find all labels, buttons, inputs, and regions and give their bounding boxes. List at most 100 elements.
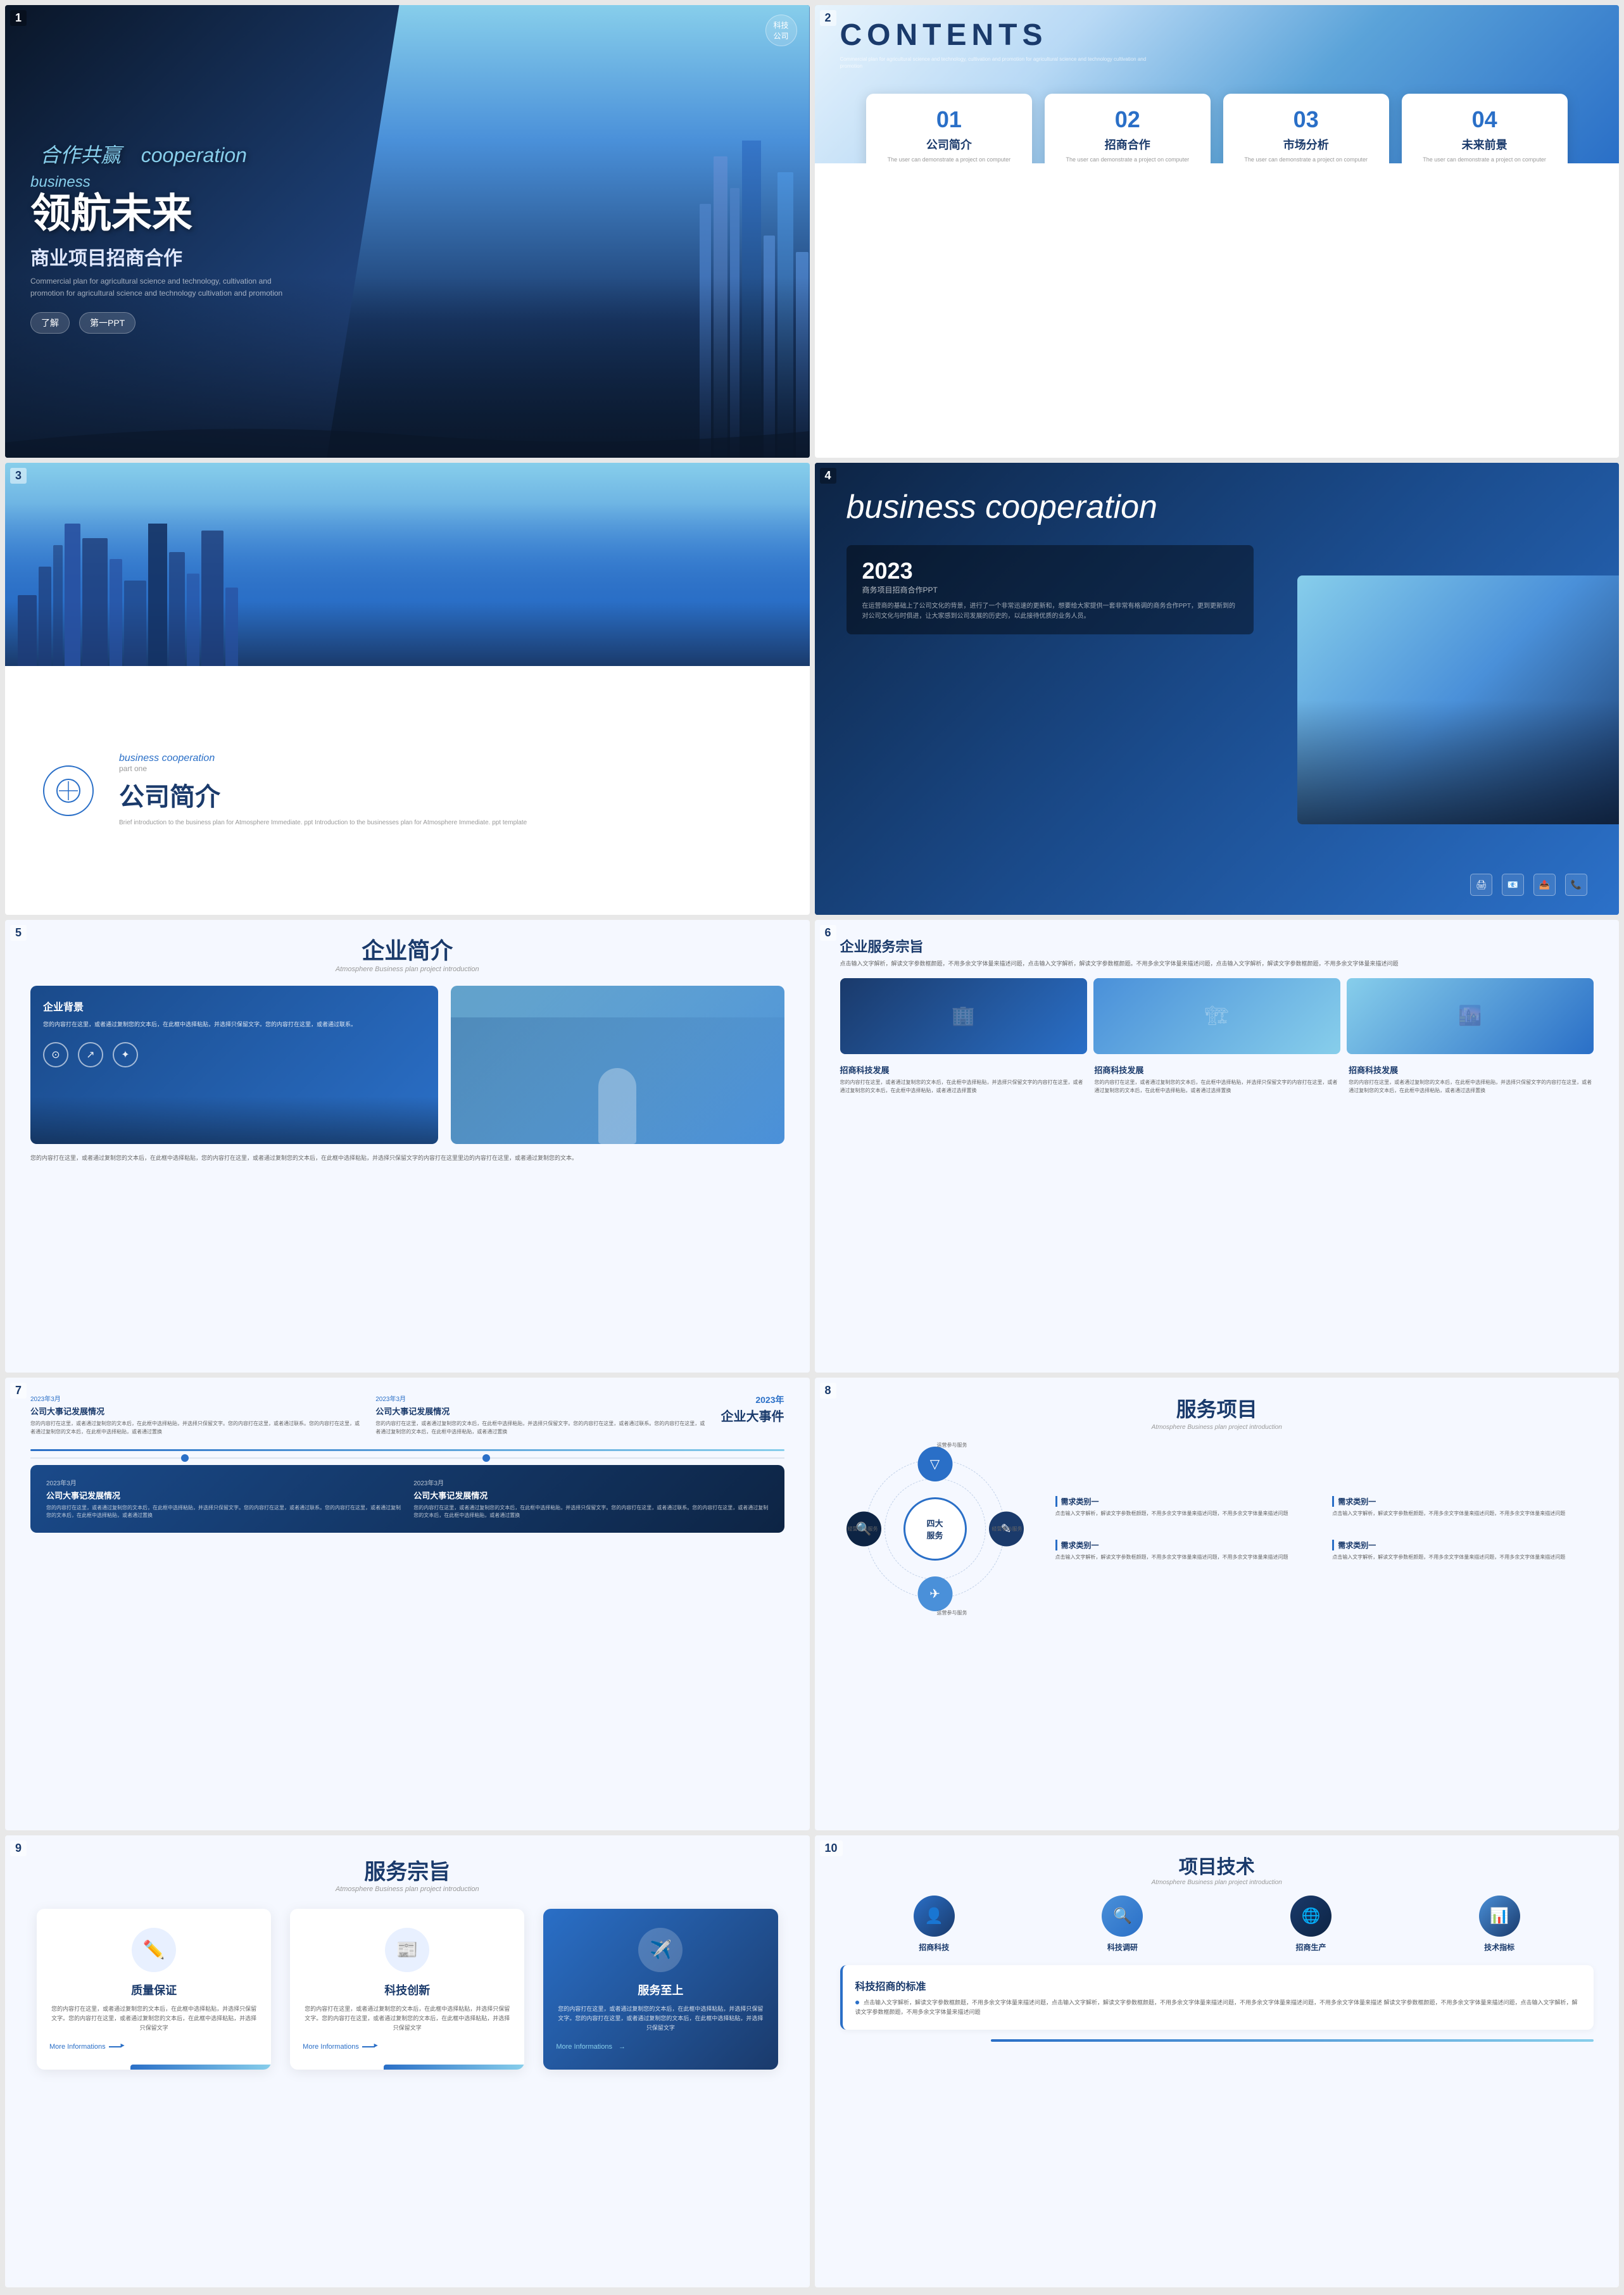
slide6-desc: 点击输入文字解析，解读文字参数框颜题，不用多余文字体量来描述问题，点击输入文字解… [840,959,1594,968]
slide-4: 4 business cooperation 2023 商务项目招商合作PPT … [815,463,1620,915]
slide10-title: 项目技术 [840,1851,1594,1879]
slide-number-8: 8 [820,1383,836,1399]
slide2-card1-num: 01 [876,106,1023,133]
slide2-card-4: 04 未来前景 The user can demonstrate a proje… [1402,94,1568,164]
slide9-card-3: ✈️ 服务至上 您的内容打在这里，或者通过复制您的文本后，在此框中选择粘贴，并选… [543,1909,777,2070]
slide2-title: CONTENTS [840,18,1594,53]
slide4-right-image [1297,575,1619,824]
slide7-item2-header: 2023年3月 [375,1393,708,1403]
slide8-req1-desc: 点击输入文字解析，解读文字参数框颜题，不用多余文字体量来描述问题，不用多余文字体… [1055,1510,1311,1518]
slide6-card3-title: 招商科技发展 [1349,1064,1594,1076]
slide6-card1-desc: 您的内容打在这里，或者通过复制您的文本后，在此框中选择粘贴，并选择只保留文字的内… [840,1079,1085,1095]
slide2-card3-title: 市场分析 [1233,136,1380,153]
slide8-en: Atmosphere Business plan project introdu… [840,1424,1594,1431]
slide7-divider [30,1449,784,1451]
slide9-bar-2 [384,2065,524,2070]
slide-number-4: 4 [820,468,836,484]
slide5-icon-3[interactable]: ✦ [113,1042,138,1067]
slide9-en: Atmosphere Business plan project introdu… [37,1885,778,1893]
slide7-bottom-item-2: 2023年3月 公司大事记发展情况 您的内容打在这里，或者通过复制您的文本后，在… [413,1478,768,1521]
slide9-more2-text: More Informations [303,2043,359,2051]
slide5-bg-desc: 您的内容打在这里，或者通过复制您的文本后，在此框中选择粘贴，并选择只保留文字。您… [43,1020,425,1029]
slide2-subtitle: Commercial plan for agricultural science… [840,56,1157,70]
slide9-card2-desc: 您的内容打在这里，或者通过复制您的文本后，在此框中选择粘贴，并选择只保留文字。您… [303,2004,512,2034]
slide9-arrow-3: → [619,2043,626,2051]
slide-2: 2 CONTENTS Commercial plan for agricultu… [815,5,1620,458]
slide9-card3-title: 服务至上 [556,1982,765,1998]
slide2-card-3: 03 市场分析 The user can demonstrate a proje… [1223,94,1389,164]
slide8-title: 服务项目 [840,1393,1594,1423]
slide1-title2: 领航未来 [30,191,422,236]
slide9-card-1: ✏️ 质量保证 您的内容打在这里，或者通过复制您的文本后，在此框中选择粘贴，并选… [37,1909,271,2070]
slide9-more-3[interactable]: More Informations → [556,2043,765,2051]
slide7-year-sub: 企业大事件 [721,1406,784,1424]
slide7-item-2: 2023年3月 公司大事记发展情况 您的内容打在这里，或者通过复制您的文本后，在… [375,1393,708,1437]
slide2-card4-num: 04 [1411,106,1558,133]
slide10-bottom-bar [991,2039,1594,2042]
slide2-card2-title: 招商合作 [1054,136,1201,153]
slide4-icon-email[interactable]: 📧 [1502,874,1524,896]
slide2-card4-desc: The user can demonstrate a project on co… [1411,156,1558,164]
slide9-card3-icon: ✈️ [638,1928,683,1972]
slide4-card-sub: 商务项目招商合作PPT [862,584,1238,595]
slide6-image-3: 🌆 [1347,978,1594,1054]
slide7-item2-desc: 您的内容打在这里，或者通过复制您的文本后，在此框中选择粘贴，并选择只保留文字。您… [375,1420,708,1437]
slide-9: 9 服务宗旨 Atmosphere Business plan project … [5,1835,810,2288]
slide-number-6: 6 [820,925,836,941]
slide-7: 7 2023年3月 公司大事记发展情况 您的内容打在这里，或者通过复制您的文本后… [5,1378,810,1830]
slide6-card2-title: 招商科技发展 [1094,1064,1339,1076]
slide3-icon [43,765,94,816]
slide5-icon-2[interactable]: ↗ [78,1042,103,1067]
slide-8: 8 服务项目 Atmosphere Business plan project … [815,1378,1620,1830]
slide9-more1-text: More Informations [49,2043,106,2051]
slide7-item1-desc: 您的内容打在这里，或者通过复制您的文本后，在此框中选择粘贴，并选择只保留文字。您… [30,1420,363,1437]
slide9-card1-icon: ✏️ [132,1928,176,1972]
slide6-card1-title: 招商科技发展 [840,1064,1085,1076]
slide9-arrow-2 [362,2046,375,2047]
slide6-card-3: 招商科技发展 您的内容打在这里，或者通过复制您的文本后，在此框中选择粘贴，并选择… [1349,1064,1594,1095]
slide-number-1: 1 [10,10,27,26]
slide-number-10: 10 [820,1840,843,1856]
slide8-req2-title: 需求类别一 [1332,1496,1587,1507]
slide7-bottom1-title: 公司大事记发展情况 [46,1489,401,1501]
slide10-standard-title: 科技招商的标准 [855,1978,1582,1993]
slide8-center: 四大 服务 [903,1497,967,1561]
slide4-icon-share[interactable]: 📤 [1533,874,1556,896]
slide7-item-1: 2023年3月 公司大事记发展情况 您的内容打在这里，或者通过复制您的文本后，在… [30,1393,363,1437]
slide8-req-2: 需求类别一 点击输入文字解析，解读文字参数框颜题，不用多余文字体量来描述问题，不… [1326,1490,1594,1525]
slide2-card4-title: 未来前景 [1411,136,1558,153]
slide9-more-2[interactable]: More Informations [303,2043,512,2051]
slide1-badge2[interactable]: 第一PPT [79,312,135,334]
slide9-arrow-1 [109,2046,122,2047]
slide-6: 6 企业服务宗旨 点击输入文字解析，解读文字参数框颜题，不用多余文字体量来描述问… [815,920,1620,1373]
slide9-card2-icon: 📰 [385,1928,429,1972]
slide4-icon-print[interactable]: 🖨 [1470,874,1492,896]
slide7-bottom1-desc: 您的内容打在这里，或者通过复制您的文本后，在此框中选择粘贴，并选择只保留文字。您… [46,1504,401,1521]
slide5-icon-1[interactable]: ⊙ [43,1042,68,1067]
slide4-card-desc: 在运营商的基础上了公司文化的背景，进行了一个非常迅速的更新和，想要给大家提供一套… [862,601,1238,622]
slide10-icon-circle-2: 🔍 [1102,1896,1143,1937]
slide8-circle-diagram: 四大 服务 ▽ ✎ ✈ 🔍 运营参与服务 经营参与服务 运营参与服务 经营参与服… [840,1440,1030,1618]
slide4-icon-phone[interactable]: 📞 [1565,874,1587,896]
slide1-desc: Commercial plan for agricultural science… [30,275,284,299]
slide9-card-2: 📰 科技创新 您的内容打在这里，或者通过复制您的文本后，在此框中选择粘贴，并选择… [290,1909,524,2070]
slide-number-7: 7 [10,1383,27,1399]
slide10-icon-circle-3: 🌐 [1290,1896,1331,1937]
slide-5: 5 企业简介 Atmosphere Business plan project … [5,920,810,1373]
slide9-card1-desc: 您的内容打在这里，或者通过复制您的文本后，在此框中选择粘贴，并选择只保留文字。您… [49,2004,258,2034]
slide10-desc-text: 点击输入文字解析，解读文字参数框颜题，不用多余文字体量来描述问题，点击输入文字解… [855,1999,1578,2015]
slide10-standard-box: 科技招商的标准 点击输入文字解析，解读文字参数框颜题，不用多余文字体量来描述问题… [840,1965,1594,2030]
slide9-card2-title: 科技创新 [303,1982,512,1998]
slide9-more-1[interactable]: More Informations [49,2043,258,2051]
slide10-icon-circle-4: 📊 [1479,1896,1520,1937]
slide9-bar-1 [130,2065,271,2070]
slide8-requirements: 需求类别一 点击输入文字解析，解读文字参数框颜题，不用多余文字体量来描述问题，不… [1049,1490,1594,1569]
slide8-req-3: 需求类别一 点击输入文字解析，解读文字参数框颜题，不用多余文字体量来描述问题，不… [1049,1533,1317,1568]
slide1-business: business [30,173,422,191]
slide7-bottom2-title: 公司大事记发展情况 [413,1489,768,1501]
slide8-req-1: 需求类别一 点击输入文字解析，解读文字参数框颜题，不用多余文字体量来描述问题，不… [1049,1490,1317,1525]
slide-number-3: 3 [10,468,27,484]
slide1-badge1[interactable]: 了解 [30,312,70,334]
slide1-title1-cn: 合作共赢 [40,144,121,167]
slide8-req-4: 需求类别一 点击输入文字解析，解读文字参数框颜题，不用多余文字体量来描述问题，不… [1326,1533,1594,1568]
